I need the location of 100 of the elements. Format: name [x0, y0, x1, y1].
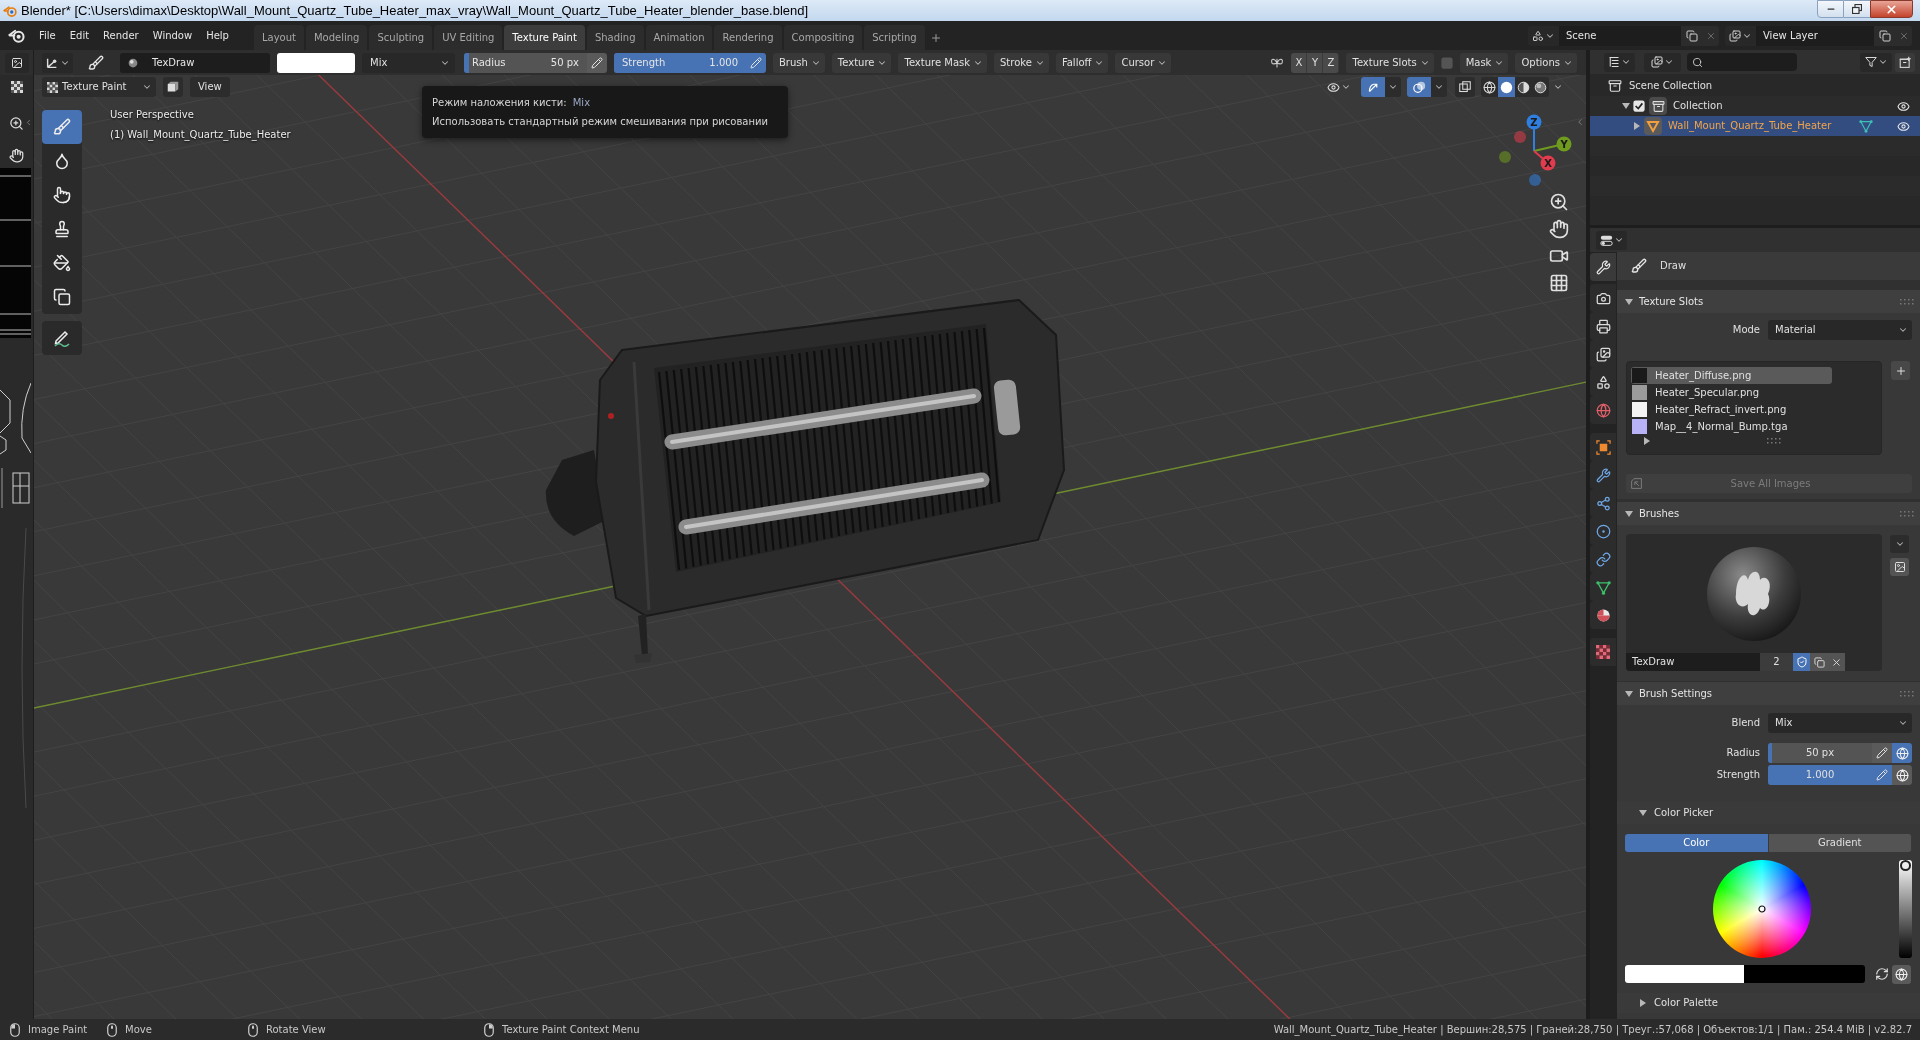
add-slot-button[interactable]: [1891, 361, 1910, 380]
panel-header[interactable]: Texture Slots: [1617, 290, 1920, 313]
header-menu[interactable]: Texture: [831, 52, 892, 73]
workspace-tab[interactable]: Modeling: [305, 25, 368, 50]
menu-item[interactable]: Help: [199, 24, 236, 47]
pressure-toggle[interactable]: [746, 52, 766, 73]
triangle-down-icon[interactable]: [1639, 809, 1647, 817]
brush-icon[interactable]: [88, 54, 104, 71]
color-mode-tab[interactable]: Color: [1625, 834, 1769, 852]
zoom-icon[interactable]: [9, 116, 24, 131]
scene-name-field[interactable]: Scene: [1559, 25, 1681, 46]
value-slider[interactable]: [1899, 860, 1912, 958]
face-mask-toggle[interactable]: [163, 77, 183, 97]
negative-axis-dot[interactable]: [1529, 174, 1541, 186]
image-list-item[interactable]: Map__4_Normal_Bump.tga: [1631, 418, 1832, 435]
copy-scene-button[interactable]: [1681, 25, 1703, 46]
slider-field[interactable]: 50 px: [1768, 743, 1872, 763]
mode-dropdown[interactable]: Texture Paint: [42, 77, 156, 97]
filter-button[interactable]: [1860, 52, 1892, 72]
search-field[interactable]: [1687, 53, 1797, 71]
header-menu[interactable]: Cursor: [1115, 52, 1172, 73]
slider-field[interactable]: 1.000: [1768, 765, 1872, 785]
color-swatch[interactable]: [1744, 965, 1865, 983]
triangle-right-icon[interactable]: [1633, 122, 1641, 130]
chevron-left-icon[interactable]: [24, 118, 33, 127]
header-menu[interactable]: Brush: [773, 52, 825, 73]
view-layer-name-field[interactable]: View Layer: [1756, 25, 1874, 46]
copy-view-layer-button[interactable]: [1874, 25, 1896, 46]
checkbox[interactable]: [1633, 100, 1645, 112]
image-list-item[interactable]: Heater_Refract_invert.png: [1631, 401, 1832, 418]
shading-mode-button[interactable]: [1515, 77, 1532, 97]
axis-ball[interactable]: Z: [1526, 114, 1542, 130]
image-list-item[interactable]: Heater_Specular.png: [1631, 384, 1832, 401]
pressure-toggle[interactable]: [587, 52, 607, 73]
editor-type-button[interactable]: [1596, 230, 1627, 250]
eye-icon[interactable]: [1897, 99, 1910, 113]
close-button[interactable]: [1870, 0, 1913, 18]
color-swatch[interactable]: [1625, 965, 1744, 983]
radius-slider[interactable]: Radius 50 px: [464, 52, 587, 73]
eye-icon[interactable]: [1897, 119, 1910, 133]
workspace-tab[interactable]: Texture Paint: [504, 25, 585, 50]
remove-scene-button[interactable]: [1703, 25, 1719, 46]
view-menu[interactable]: View: [190, 77, 230, 97]
image-list-item[interactable]: Heater_Diffuse.png: [1631, 367, 1832, 384]
unified-toggle[interactable]: [1892, 765, 1912, 785]
properties-tab[interactable]: [1590, 253, 1616, 281]
image-button[interactable]: [1890, 558, 1909, 576]
outliner-row[interactable]: Wall_Mount_Quartz_Tube_Heater: [1590, 116, 1920, 136]
axis-ball[interactable]: X: [1540, 155, 1556, 171]
negative-axis-dot[interactable]: [1499, 151, 1511, 163]
unified-toggle[interactable]: [1892, 964, 1911, 984]
workspace-tab[interactable]: Sculpting: [369, 25, 433, 50]
fake-user-toggle[interactable]: [1793, 653, 1810, 671]
properties-tab[interactable]: [1590, 284, 1616, 312]
triangle-down-icon[interactable]: [1625, 509, 1633, 518]
mask-menu[interactable]: Mask: [1459, 52, 1509, 73]
blend-dropdown[interactable]: Mix: [1768, 713, 1912, 733]
maximize-button[interactable]: [1844, 0, 1870, 18]
panel-header[interactable]: Brush Settings: [1617, 682, 1920, 705]
shading-mode-button[interactable]: [1481, 77, 1498, 97]
menu-item[interactable]: Edit: [62, 24, 97, 47]
triangle-down-icon[interactable]: [1625, 297, 1633, 306]
axis-toggle[interactable]: Z: [1323, 52, 1340, 73]
workspace-tab[interactable]: Compositing: [783, 25, 863, 50]
triangle-right-icon[interactable]: [1639, 999, 1647, 1007]
color-mode-tab[interactable]: Gradient: [1768, 834, 1912, 852]
hand-icon[interactable]: [9, 148, 24, 163]
remove-view-layer-button[interactable]: [1896, 25, 1912, 46]
tool-button[interactable]: [42, 321, 82, 355]
brush-name-field[interactable]: TexDraw: [120, 52, 270, 73]
workspace-tab[interactable]: Scripting: [864, 25, 925, 50]
users-count-field[interactable]: 2: [1760, 653, 1793, 671]
new-collection-button[interactable]: [1895, 52, 1915, 72]
workspace-tab[interactable]: Animation: [645, 25, 713, 50]
editor-type-button[interactable]: [42, 52, 73, 73]
menu-item[interactable]: Render: [96, 24, 146, 47]
view-layer-browse-button[interactable]: [1725, 25, 1756, 46]
pressure-toggle[interactable]: [1872, 743, 1892, 763]
overlays-toggle[interactable]: [1407, 77, 1431, 97]
brush-name-field[interactable]: TexDraw: [1626, 653, 1760, 671]
gizmo-toggle[interactable]: [1361, 77, 1385, 97]
hand-icon[interactable]: [1549, 219, 1569, 239]
unlink-button[interactable]: [1828, 653, 1845, 671]
header-menu[interactable]: Falloff: [1055, 52, 1109, 73]
texture-slots-menu[interactable]: Texture Slots: [1346, 52, 1434, 73]
color-swatch[interactable]: [277, 52, 355, 73]
display-mode-button[interactable]: [1604, 52, 1635, 72]
swap-arrows-icon[interactable]: [1875, 967, 1889, 981]
mode-dropdown[interactable]: Material: [1768, 320, 1912, 340]
menu-item[interactable]: Window: [145, 24, 200, 47]
view-layer-button[interactable]: [1644, 52, 1681, 72]
axis-toggle[interactable]: X: [1291, 52, 1308, 73]
blend-dropdown[interactable]: Mix: [362, 52, 455, 73]
strength-slider[interactable]: Strength 1.000: [614, 52, 746, 73]
options-menu[interactable]: Options: [1515, 52, 1577, 73]
duplicate-button[interactable]: [1810, 653, 1828, 671]
header-menu[interactable]: Texture Mask: [898, 52, 987, 73]
workspace-tab[interactable]: Shading: [586, 25, 644, 50]
shading-mode-button[interactable]: [1532, 77, 1549, 97]
editor-type-button[interactable]: [4, 52, 29, 73]
